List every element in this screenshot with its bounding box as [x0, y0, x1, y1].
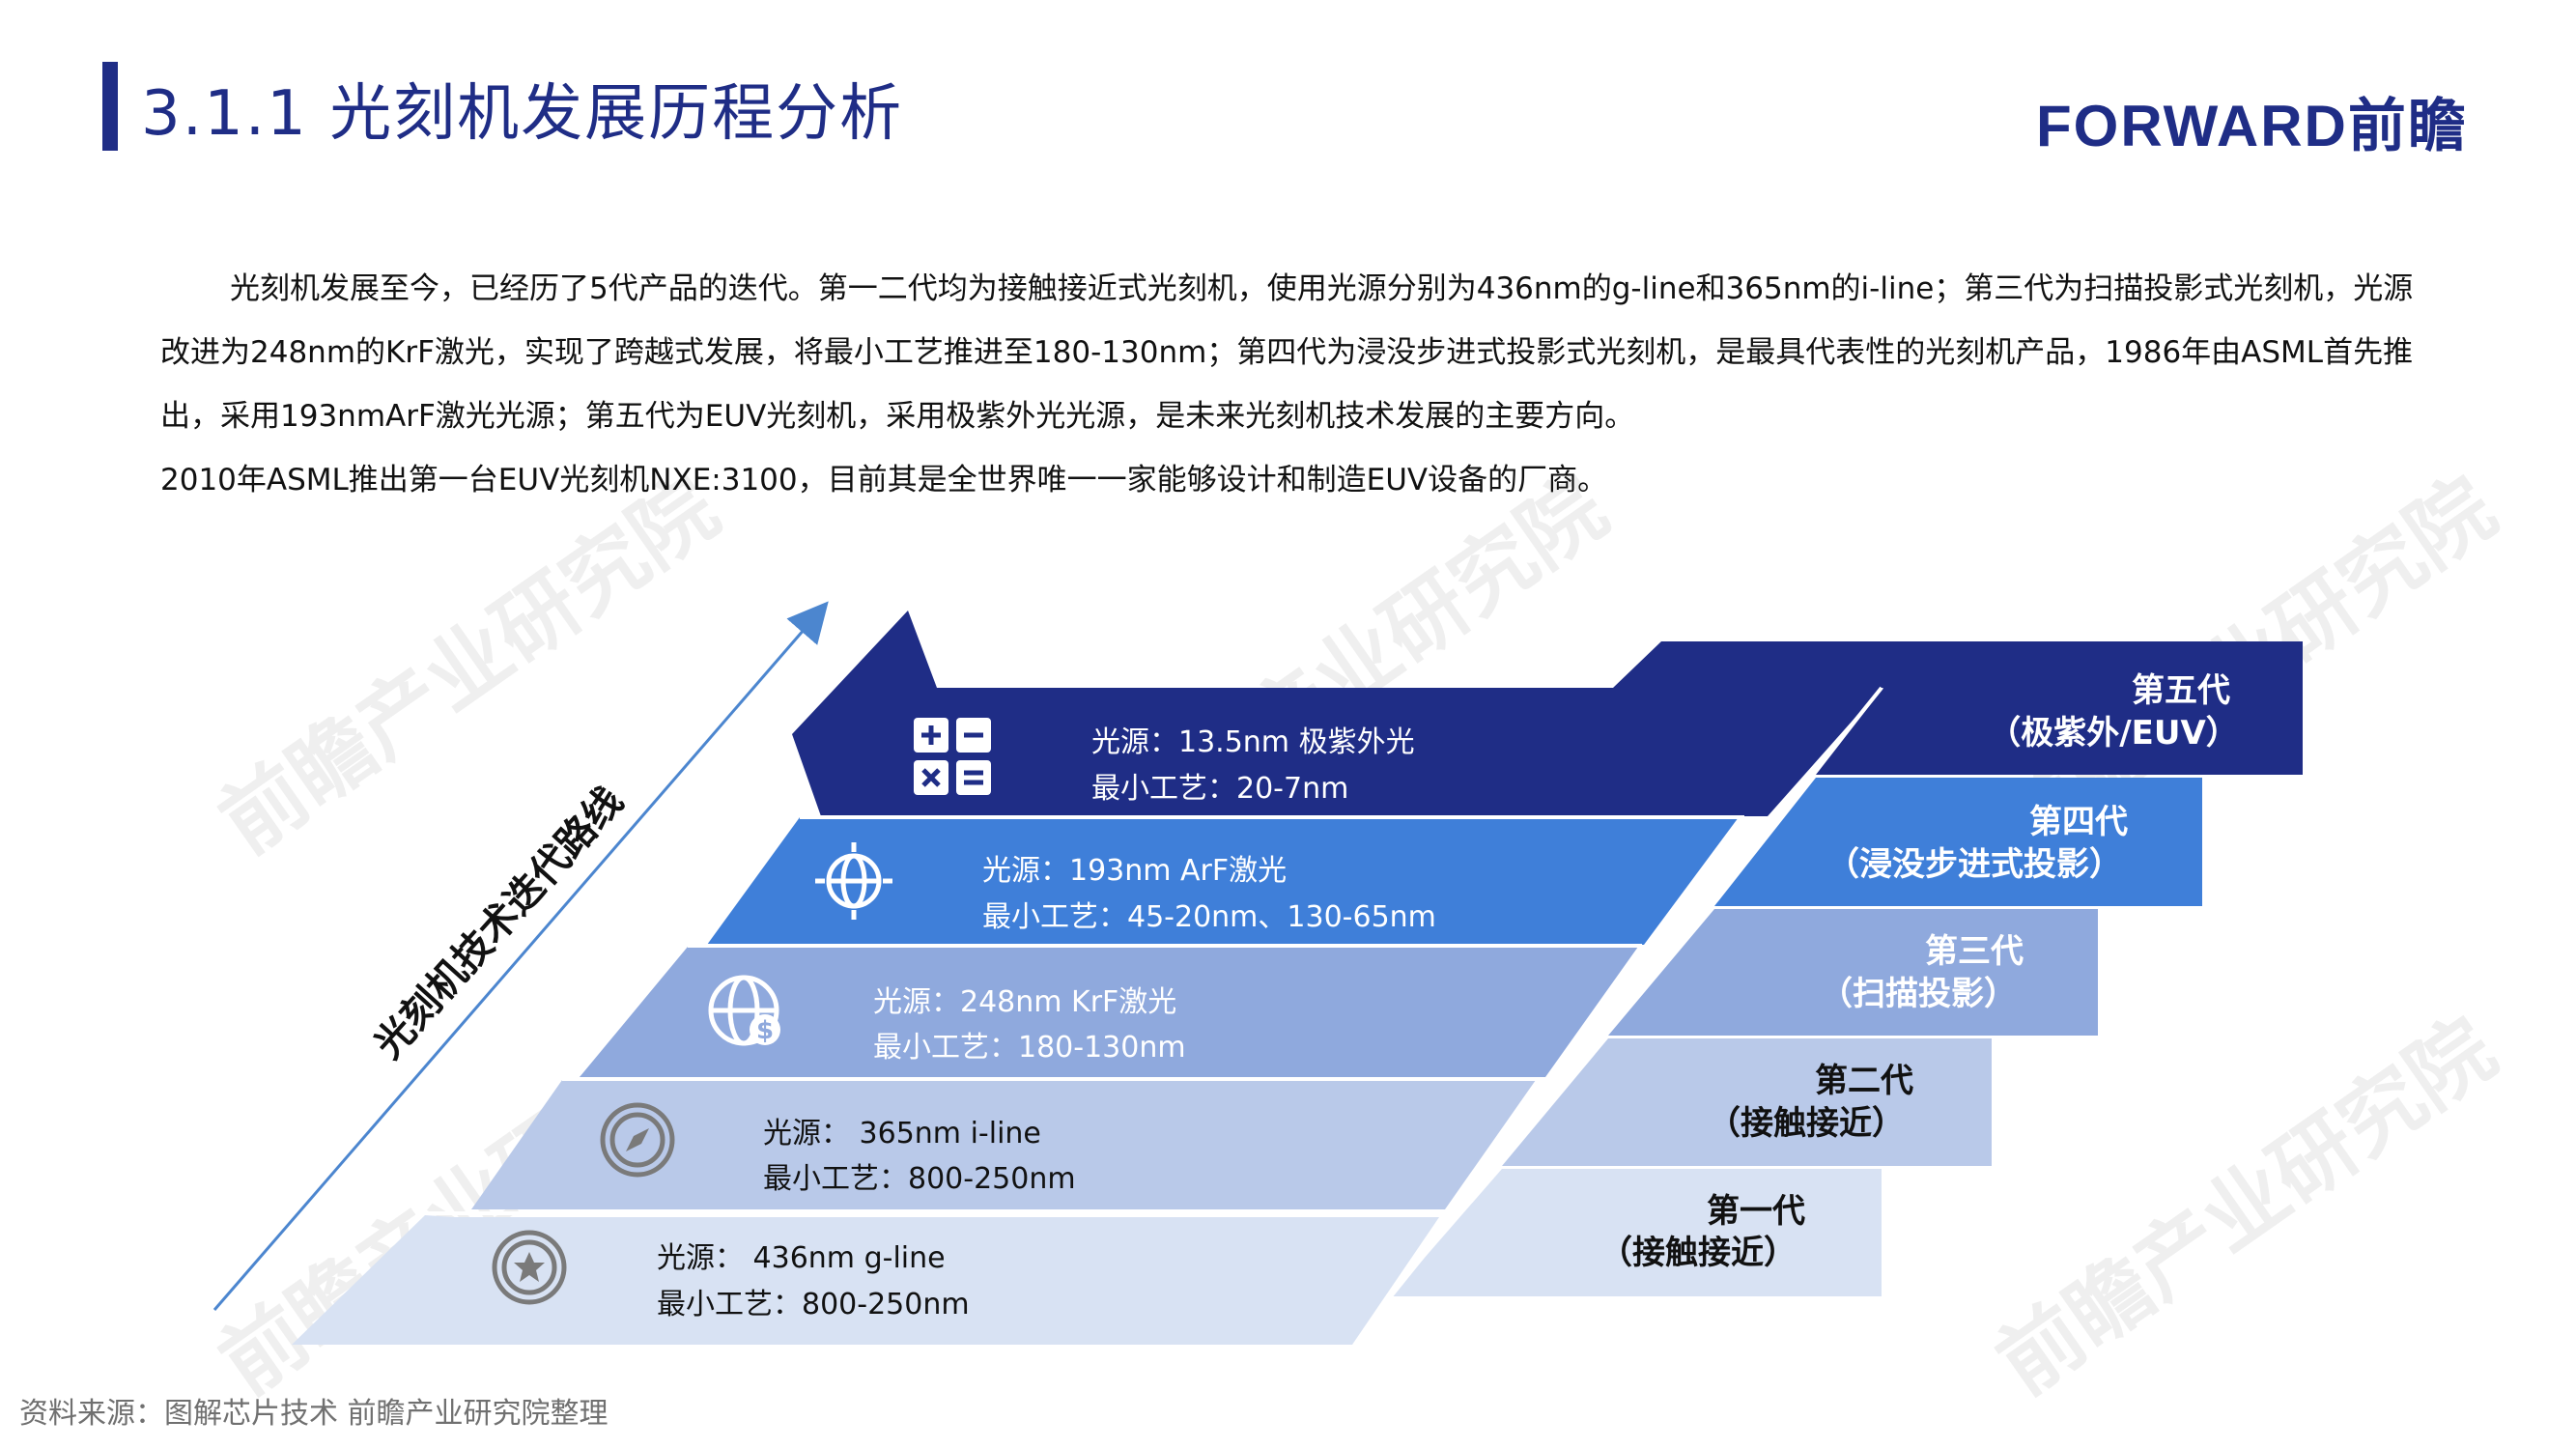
gen2-process: 最小工艺：800-250nm	[763, 1162, 1076, 1196]
gen2-name: 第二代	[1815, 1062, 1913, 1100]
gen3-process: 最小工艺：180-130nm	[873, 1031, 1186, 1065]
gen1-type: （接触接近）	[1599, 1234, 1797, 1272]
gen4-process: 最小工艺：45-20nm、130-65nm	[982, 900, 1436, 934]
gen3-source: 光源：248nm KrF激光	[873, 985, 1176, 1019]
compass-icon	[600, 1102, 675, 1178]
gen4-source: 光源：193nm ArF激光	[982, 854, 1287, 888]
gen-box-1	[1391, 1169, 1882, 1296]
gen2-type: （接触接近）	[1708, 1104, 1905, 1143]
gen-box-4	[1714, 778, 2202, 906]
arrow-label: 光刻机技术迭代路线	[366, 779, 632, 1066]
star-badge-icon	[492, 1230, 567, 1305]
gen4-name: 第四代	[2029, 803, 2128, 841]
gen-box-2	[1502, 1038, 1992, 1166]
gen-box-3	[1608, 909, 2098, 1036]
gen3-name: 第三代	[1925, 932, 2024, 971]
gen5-process: 最小工艺：20-7nm	[1091, 772, 1348, 806]
lithography-evolution-diagram: 光刻机技术迭代路线 $ 光源： 436nm g-line 最小工艺：800-25…	[212, 601, 2303, 1345]
svg-text:$: $	[756, 1016, 774, 1045]
gen5-name: 第五代	[2132, 671, 2230, 710]
gen1-process: 最小工艺：800-250nm	[657, 1288, 970, 1321]
gen5-source: 光源：13.5nm 极紫外光	[1091, 725, 1415, 759]
gen1-name: 第一代	[1707, 1192, 1805, 1231]
gen3-type: （扫描投影）	[1820, 975, 2017, 1013]
gen4-type: （浸没步进式投影）	[1826, 845, 2122, 884]
gen1-source: 光源： 436nm g-line	[657, 1241, 946, 1275]
step-layer-1	[292, 1215, 1439, 1345]
gen5-type: （极紫外/EUV）	[1988, 714, 2239, 753]
gen2-source: 光源： 365nm i-line	[763, 1117, 1041, 1151]
source-note: 资料来源：图解芯片技术 前瞻产业研究院整理	[19, 1397, 609, 1431]
